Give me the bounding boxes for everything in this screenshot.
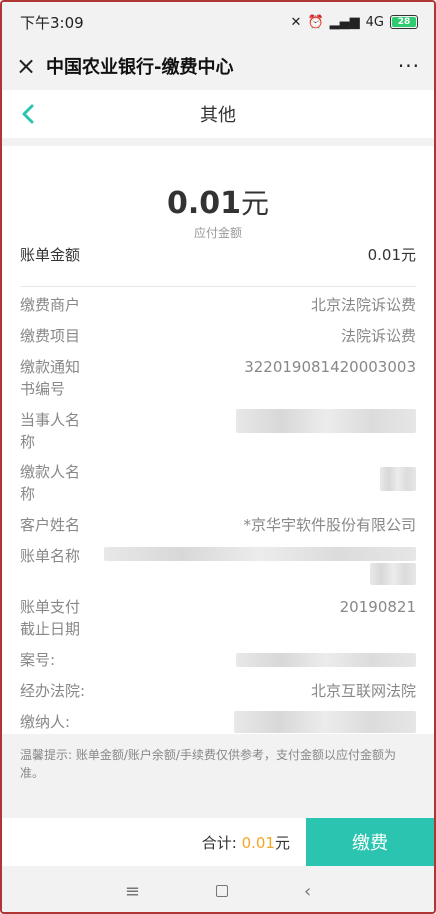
signal-icon: ▂▄▆: [329, 14, 360, 30]
alarm-icon: ⏰: [307, 14, 324, 30]
pay-button[interactable]: 缴费: [306, 818, 434, 866]
total-value: 0.01: [241, 833, 275, 852]
back-arrow-icon[interactable]: [16, 100, 40, 128]
payment-footer: 合计: 0.01元 缴费: [2, 818, 434, 866]
detail-label: 当事人名称: [20, 411, 81, 451]
redacted-value: [236, 409, 416, 433]
page-title: 其他: [200, 105, 236, 126]
detail-label: 缴款通知书编号: [20, 358, 81, 398]
system-nav-bar: ≡ ‹: [2, 866, 434, 912]
battery-icon: 28: [390, 15, 418, 29]
network-type: 4G: [365, 14, 384, 30]
menu-icon[interactable]: ≡: [125, 881, 140, 902]
detail-label: 缴费项目: [20, 327, 81, 345]
detail-label: 客户姓名: [20, 516, 81, 534]
detail-value: 北京互联网法院: [310, 682, 416, 700]
amount-value: 0.01: [166, 186, 241, 221]
detail-label: 账单支付截止日期: [20, 598, 81, 638]
status-bar: 下午3:09 ✕ ⏰ ▂▄▆ 4G 28: [2, 2, 434, 42]
detail-value: 法院诉讼费: [340, 327, 416, 345]
total-amount: 合计: 0.01元: [202, 832, 290, 853]
detail-label: 缴款人名称: [20, 463, 81, 503]
bill-amount-value: 0.01元: [367, 246, 416, 264]
notification-off-icon: ✕: [290, 14, 302, 30]
detail-value: *京华宇软件股份有限公司: [243, 516, 416, 534]
redacted-value: [370, 563, 416, 585]
detail-value: 322019081420003003: [244, 358, 416, 376]
battery-level: 28: [392, 17, 416, 27]
redacted-value: [380, 467, 416, 491]
bill-detail: 0.01元 应付金额 账单金额 0.01元 缴费商户 北京法院诉讼费 缴费项目 …: [2, 146, 434, 734]
app-title: 中国农业银行-缴费中心: [46, 57, 234, 78]
divider: [20, 286, 416, 287]
nav-bar: 其他: [2, 90, 434, 138]
status-time: 下午3:09: [20, 13, 84, 32]
total-unit: 元: [274, 833, 290, 852]
back-icon[interactable]: ‹: [304, 881, 311, 902]
detail-value: 北京法院诉讼费: [310, 296, 416, 314]
detail-label: 经办法院:: [20, 682, 86, 700]
detail-label: 案号:: [20, 651, 56, 669]
amount-caption: 应付金额: [193, 226, 242, 240]
amount-block: 0.01元 应付金额: [2, 146, 434, 241]
notice-tip: 温馨提示: 账单金额/账户余额/手续费仅供参考，支付金额以应付金额为准。: [2, 734, 434, 818]
detail-label: 缴费商户: [20, 296, 81, 314]
status-icons: ✕ ⏰ ▂▄▆ 4G 28: [291, 15, 418, 30]
detail-value: 20190821: [339, 598, 416, 616]
bill-amount-label: 账单金额: [20, 246, 81, 264]
close-icon[interactable]: ×: [16, 52, 46, 80]
more-icon[interactable]: ···: [398, 54, 420, 78]
amount-unit: 元: [241, 187, 270, 220]
app-title-bar: × 中国农业银行-缴费中心 ···: [2, 42, 434, 90]
redacted-value: [104, 547, 416, 561]
redacted-value: [236, 653, 416, 667]
total-label: 合计:: [201, 833, 242, 852]
detail-label: 缴纳人:: [20, 713, 71, 731]
redacted-value: [234, 711, 416, 733]
home-icon[interactable]: [215, 885, 228, 897]
phone-frame: 下午3:09 ✕ ⏰ ▂▄▆ 4G 28 × 中国农业银行-缴费中心 ··· 其…: [0, 0, 436, 914]
